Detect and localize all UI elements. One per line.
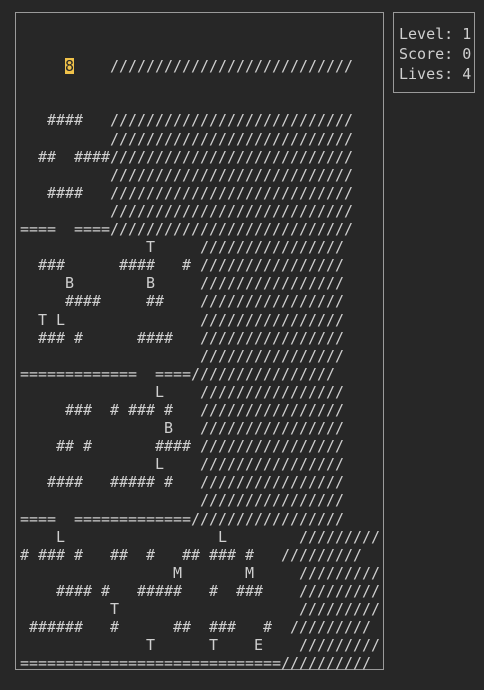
board-row: T ///////// bbox=[20, 600, 381, 618]
board-row: ### # #### //////////////// bbox=[20, 328, 345, 347]
board-row: # ### # ## # ## ### # ///////// bbox=[20, 545, 363, 564]
board-row: /////////////////////////// bbox=[20, 201, 354, 220]
board-row: L //////////////// bbox=[20, 382, 345, 401]
board-row: =============================////////// bbox=[20, 654, 372, 673]
level-indicator: Level: 1 bbox=[399, 25, 472, 43]
board-rows: #### /////////////////////////// ///////… bbox=[20, 111, 380, 672]
board-row: T //////////////// bbox=[20, 238, 345, 257]
lives-indicator: Lives: 4 bbox=[399, 65, 472, 83]
board-grid: 8 /////////////////////////// #### /////… bbox=[20, 21, 380, 690]
board-row: T L //////////////// bbox=[20, 310, 345, 329]
board-row: ## # #### //////////////// bbox=[20, 437, 345, 456]
player-character: 8 bbox=[65, 57, 75, 76]
game-board: 8 /////////////////////////// #### /////… bbox=[15, 12, 384, 672]
board-row: ###### # ## ### # ///////// bbox=[20, 618, 372, 637]
board-row: B B //////////////// bbox=[20, 274, 345, 293]
board-row: /////////////////////////// bbox=[20, 165, 354, 184]
board-row: #### # ##### # ### ///////// bbox=[20, 581, 381, 600]
board-row: ### # ### # //////////////// bbox=[20, 400, 345, 419]
player-row-suffix: /////////////////////////// bbox=[74, 57, 354, 76]
board-row: ==== ====/////////////////////////// bbox=[20, 220, 354, 239]
board-row: #### ## //////////////// bbox=[20, 292, 345, 311]
board-row: ============= ====//////////////// bbox=[20, 364, 336, 383]
board-row: //////////////// bbox=[20, 491, 345, 510]
board-row: M M ///////// bbox=[20, 563, 381, 582]
player-row-prefix bbox=[20, 57, 65, 75]
board-row: ==== =============///////////////// bbox=[20, 509, 345, 528]
board-row: L //////////////// bbox=[20, 455, 345, 474]
board-row: ## ####/////////////////////////// bbox=[20, 147, 354, 166]
board-row: B //////////////// bbox=[20, 419, 345, 438]
board-row: /////////////////////////// bbox=[20, 129, 354, 148]
board-row: ### #### # //////////////// bbox=[20, 256, 345, 275]
status-panel: Level: 1 Score: 0 Lives: 4 bbox=[393, 12, 475, 93]
board-row: #### ##### # //////////////// bbox=[20, 473, 345, 492]
board-row: #### /////////////////////////// bbox=[20, 183, 354, 202]
board-row-player: 8 /////////////////////////// bbox=[20, 57, 380, 75]
board-row: L L ///////// bbox=[20, 527, 381, 546]
score-indicator: Score: 0 bbox=[399, 45, 472, 63]
board-row: T T E ///////// bbox=[20, 636, 381, 655]
board-row: #### /////////////////////////// bbox=[20, 111, 354, 130]
board-row: //////////////// bbox=[20, 346, 345, 365]
